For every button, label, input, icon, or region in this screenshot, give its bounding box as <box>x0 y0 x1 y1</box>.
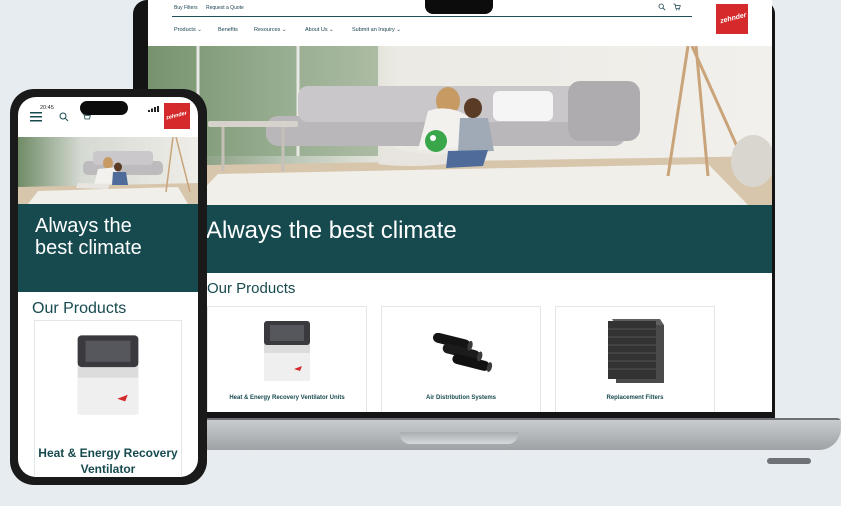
phone-logo-text: zehnder <box>165 110 188 122</box>
phone-search-icon[interactable] <box>59 112 69 122</box>
phone-hero-image <box>18 137 198 204</box>
products-title: Our Products <box>207 280 296 297</box>
ducts-image <box>432 333 493 372</box>
product-label-hrv: Heat & Energy Recovery Ventilator Units <box>229 395 345 401</box>
phone-screen: 20:45 zehnder Always the best climate Ou… <box>18 97 198 477</box>
phone-status-time: 20:45 <box>40 105 54 111</box>
laptop-opening-groove <box>400 432 518 444</box>
cart-icon[interactable] <box>673 3 681 11</box>
signal-icon <box>148 106 159 112</box>
request-quote-link[interactable]: Request a Quote <box>206 5 244 11</box>
brand-logo[interactable]: zehnder <box>716 4 748 34</box>
hrv-unit-image <box>264 321 310 381</box>
phone-product-card-hrv[interactable]: Heat & Energy Recovery Ventilator <box>34 320 182 477</box>
nav-products[interactable]: Products ⌄ <box>174 27 202 33</box>
hero-headline: Always the best climate <box>206 217 457 244</box>
product-label-filters: Replacement Filters <box>606 395 664 401</box>
phone-products-title: Our Products <box>32 300 127 317</box>
buy-filters-link[interactable]: Buy Filters <box>174 5 198 11</box>
phone-dynamic-island <box>80 101 128 115</box>
phone-hero-headline: Always the best climate <box>35 215 142 259</box>
hero-banner: Always the best climate <box>203 205 772 273</box>
phone-hero-banner: Always the best climate <box>18 204 198 292</box>
phone-product-label-hrv: Heat & Energy Recovery Ventilator <box>38 446 178 476</box>
laptop-foot <box>767 458 811 464</box>
nav-benefits[interactable]: Benefits <box>218 27 238 33</box>
search-icon[interactable] <box>658 3 666 11</box>
phone-hrv-unit-image <box>77 335 139 415</box>
nav-resources[interactable]: Resources ⌄ <box>254 27 286 33</box>
filter-image <box>608 319 664 383</box>
product-card-air-distribution[interactable]: Air Distribution Systems <box>381 306 541 412</box>
product-label-air-distribution: Air Distribution Systems <box>425 395 496 401</box>
hero-image <box>148 46 772 205</box>
logo-text: zehnder <box>719 11 748 26</box>
product-card-hrv[interactable]: Heat & Energy Recovery Ventilator Units <box>207 306 367 412</box>
product-card-filters[interactable]: Replacement Filters <box>555 306 715 412</box>
camera-notch <box>425 0 493 14</box>
phone-brand-logo[interactable]: zehnder <box>164 103 190 129</box>
laptop-screen: Buy Filters Request a Quote zehnder Prod… <box>148 0 772 412</box>
nav-about-us[interactable]: About Us ⌄ <box>305 27 334 33</box>
nav-submit-inquiry[interactable]: Submit an Inquiry ⌄ <box>352 27 401 33</box>
menu-icon[interactable] <box>30 112 42 122</box>
header-divider <box>172 16 692 17</box>
